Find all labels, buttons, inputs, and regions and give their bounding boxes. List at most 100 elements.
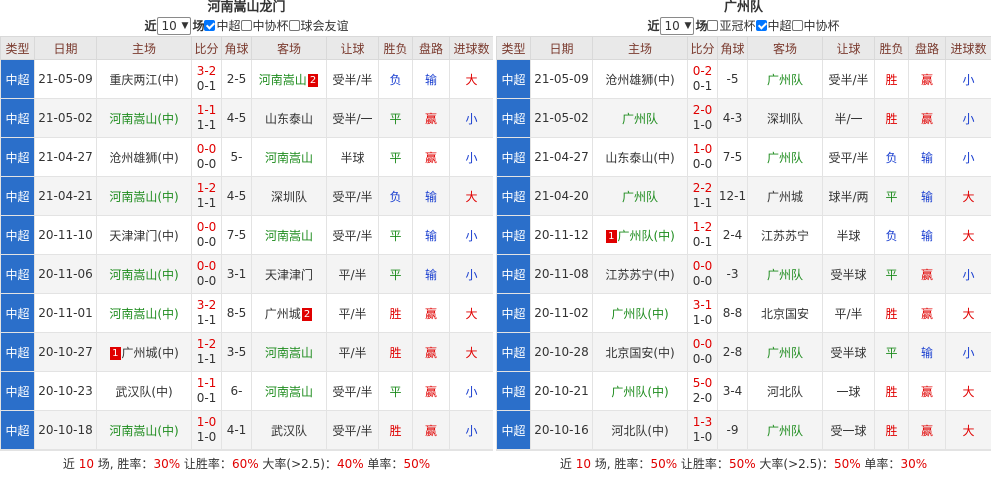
league-cell[interactable]: 中超 — [496, 176, 531, 216]
home-team-cell[interactable]: 1 广州城(中) — [96, 332, 192, 372]
score-cell[interactable]: 1-1 1-1 — [191, 98, 222, 138]
away-team-cell[interactable]: 广州队 — [747, 137, 823, 177]
score-cell[interactable]: 3-2 0-1 — [191, 59, 222, 99]
score-cell[interactable]: 0-2 0-1 — [687, 59, 718, 99]
away-team-cell[interactable]: 广州城 2 — [251, 293, 327, 333]
score-cell[interactable]: 5-0 2-0 — [687, 371, 718, 411]
score-cell[interactable]: 1-0 0-0 — [687, 137, 718, 177]
match-count-select[interactable]: 10 ▼ — [660, 17, 695, 35]
away-team-cell[interactable]: 深圳队 — [251, 176, 327, 216]
away-team-cell[interactable]: 深圳队 — [747, 98, 823, 138]
competition-option[interactable]: 中协杯 — [240, 19, 289, 33]
competition-checkbox[interactable] — [204, 20, 216, 31]
score-cell[interactable]: 1-2 1-1 — [191, 176, 222, 216]
home-team-cell[interactable]: 武汉队(中) — [96, 371, 192, 411]
home-team-cell[interactable]: 广州队(中) — [592, 371, 688, 411]
handicap-cell: 受半/半 — [326, 59, 379, 99]
away-team-cell[interactable]: 广州城 — [747, 176, 823, 216]
away-team-cell[interactable]: 广州队 — [747, 59, 823, 99]
competition-option[interactable]: 中协杯 — [791, 19, 840, 33]
home-team-cell[interactable]: 1 广州队(中) — [592, 215, 688, 255]
league-cell[interactable]: 中超 — [0, 332, 35, 372]
league-cell[interactable]: 中超 — [496, 332, 531, 372]
away-team-cell[interactable]: 广州队 — [747, 254, 823, 294]
away-team-cell[interactable]: 山东泰山 — [251, 98, 327, 138]
over-under-cell: 大 — [449, 176, 494, 216]
league-cell[interactable]: 中超 — [496, 59, 531, 99]
away-team-cell[interactable]: 江苏苏宁 — [747, 215, 823, 255]
competition-option[interactable]: 亚冠杯 — [707, 19, 756, 33]
score-cell[interactable]: 0-0 0-0 — [687, 332, 718, 372]
league-cell[interactable]: 中超 — [0, 98, 35, 138]
competition-checkbox[interactable] — [240, 20, 252, 31]
home-team-cell[interactable]: 河北队(中) — [592, 410, 688, 450]
league-cell[interactable]: 中超 — [0, 137, 35, 177]
competition-option[interactable]: 球会友谊 — [288, 19, 349, 33]
competition-option[interactable]: 中超 — [755, 19, 792, 33]
competition-checkbox[interactable] — [707, 20, 719, 31]
score-cell[interactable]: 3-2 1-1 — [191, 293, 222, 333]
away-team-cell[interactable]: 广州队 — [747, 332, 823, 372]
home-team-name: 北京国安(中) — [605, 345, 675, 360]
league-cell[interactable]: 中超 — [496, 98, 531, 138]
away-team-cell[interactable]: 河北队 — [747, 371, 823, 411]
home-team-cell[interactable]: 河南嵩山(中) — [96, 293, 192, 333]
competition-checkbox[interactable] — [288, 20, 300, 31]
competition-checkbox[interactable] — [755, 20, 767, 31]
away-team-cell[interactable]: 广州队 — [747, 410, 823, 450]
score-cell[interactable]: 1-2 0-1 — [687, 215, 718, 255]
competition-option[interactable]: 中超 — [204, 19, 241, 33]
league-cell[interactable]: 中超 — [0, 410, 35, 450]
score-cell[interactable]: 0-0 0-0 — [191, 254, 222, 294]
league-cell[interactable]: 中超 — [0, 59, 35, 99]
score-cell[interactable]: 1-0 1-0 — [191, 410, 222, 450]
league-cell[interactable]: 中超 — [0, 254, 35, 294]
score-cell[interactable]: 3-1 1-0 — [687, 293, 718, 333]
home-team-cell[interactable]: 北京国安(中) — [592, 332, 688, 372]
league-cell[interactable]: 中超 — [496, 371, 531, 411]
home-team-cell[interactable]: 山东泰山(中) — [592, 137, 688, 177]
filter-prefix: 近 — [647, 19, 660, 33]
league-cell[interactable]: 中超 — [496, 410, 531, 450]
away-team-cell[interactable]: 河南嵩山 2 — [251, 59, 327, 99]
home-team-cell[interactable]: 广州队 — [592, 98, 688, 138]
competition-checkbox[interactable] — [791, 20, 803, 31]
score-cell[interactable]: 1-3 1-0 — [687, 410, 718, 450]
home-team-cell[interactable]: 河南嵩山(中) — [96, 254, 192, 294]
home-team-cell[interactable]: 沧州雄狮(中) — [592, 59, 688, 99]
home-team-cell[interactable]: 沧州雄狮(中) — [96, 137, 192, 177]
handicap-cell: 受平/半 — [326, 410, 379, 450]
league-cell[interactable]: 中超 — [496, 254, 531, 294]
home-team-cell[interactable]: 广州队(中) — [592, 293, 688, 333]
away-team-name: 广州队 — [766, 345, 803, 360]
away-team-cell[interactable]: 天津津门 — [251, 254, 327, 294]
away-team-cell[interactable]: 河南嵩山 — [251, 137, 327, 177]
score-cell[interactable]: 0-0 0-0 — [191, 215, 222, 255]
league-cell[interactable]: 中超 — [496, 293, 531, 333]
score-cell[interactable]: 1-2 1-1 — [191, 332, 222, 372]
home-team-cell[interactable]: 天津津门(中) — [96, 215, 192, 255]
home-team-cell[interactable]: 广州队 — [592, 176, 688, 216]
home-team-cell[interactable]: 河南嵩山(中) — [96, 176, 192, 216]
home-team-cell[interactable]: 江苏苏宁(中) — [592, 254, 688, 294]
score-cell[interactable]: 2-2 1-1 — [687, 176, 718, 216]
match-count-select[interactable]: 10 ▼ — [157, 17, 192, 35]
score-cell[interactable]: 1-1 0-1 — [191, 371, 222, 411]
league-cell[interactable]: 中超 — [0, 293, 35, 333]
away-team-cell[interactable]: 河南嵩山 — [251, 371, 327, 411]
league-cell[interactable]: 中超 — [0, 371, 35, 411]
league-cell[interactable]: 中超 — [496, 137, 531, 177]
score-cell[interactable]: 2-0 1-0 — [687, 98, 718, 138]
away-team-cell[interactable]: 河南嵩山 — [251, 332, 327, 372]
score-cell[interactable]: 0-0 0-0 — [687, 254, 718, 294]
score-cell[interactable]: 0-0 0-0 — [191, 137, 222, 177]
away-team-cell[interactable]: 北京国安 — [747, 293, 823, 333]
home-team-cell[interactable]: 河南嵩山(中) — [96, 98, 192, 138]
league-cell[interactable]: 中超 — [496, 215, 531, 255]
away-team-cell[interactable]: 河南嵩山 — [251, 215, 327, 255]
league-cell[interactable]: 中超 — [0, 215, 35, 255]
home-team-cell[interactable]: 河南嵩山(中) — [96, 410, 192, 450]
home-team-cell[interactable]: 重庆两江(中) — [96, 59, 192, 99]
away-team-cell[interactable]: 武汉队 — [251, 410, 327, 450]
league-cell[interactable]: 中超 — [0, 176, 35, 216]
